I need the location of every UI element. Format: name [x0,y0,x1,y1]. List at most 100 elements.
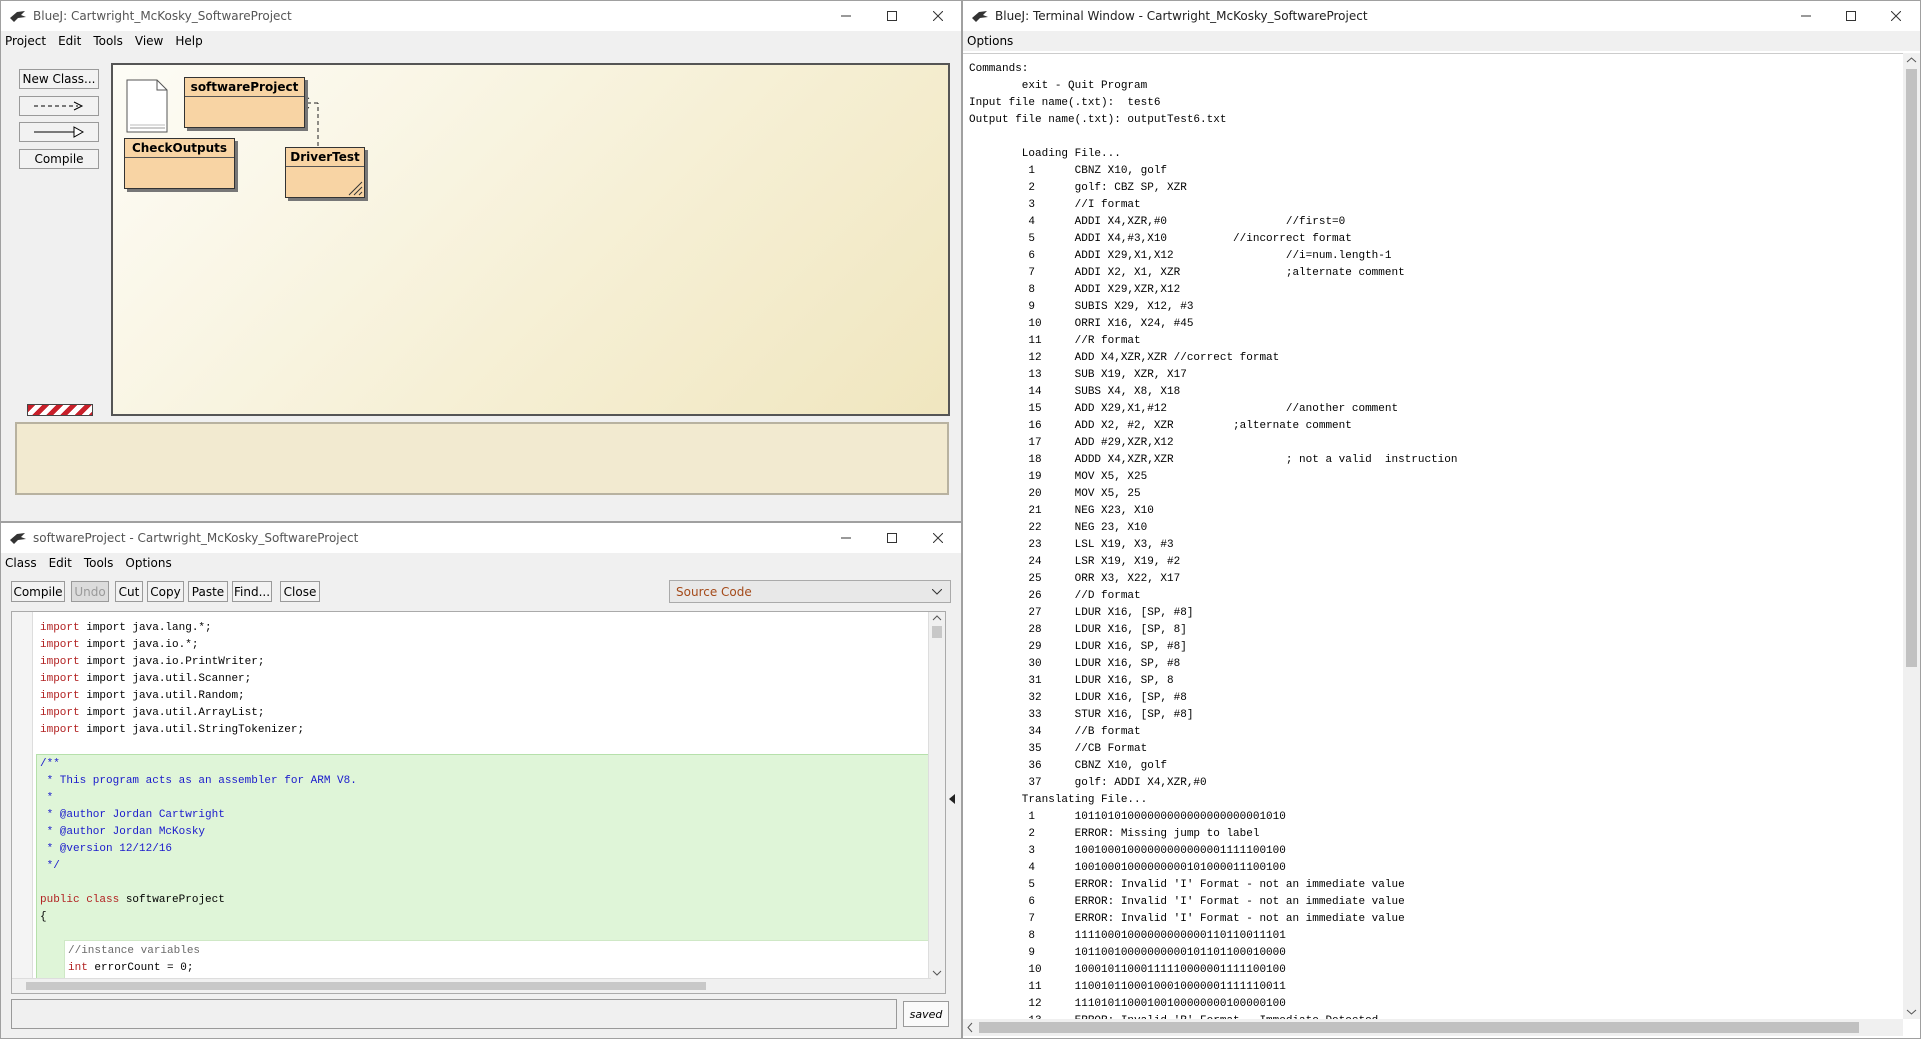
close-icon [933,533,943,543]
window-title: BlueJ: Cartwright_McKosky_SoftwareProjec… [33,9,292,23]
terminal-window-titlebar[interactable]: BlueJ: Terminal Window - Cartwright_McKo… [963,1,1920,31]
terminal-line: Translating File... [969,794,1148,806]
find-button[interactable]: Find... [232,581,272,602]
class-DriverTest[interactable]: DriverTest [285,147,365,198]
code-text: errorCount = 0; [94,962,194,974]
menu-tools[interactable]: Tools [93,34,123,48]
minimize-button[interactable] [823,1,869,31]
terminal-line: 26 //D format [969,590,1141,602]
chevron-down-icon [932,589,942,595]
menu-class[interactable]: Class [5,556,37,570]
project-window: BlueJ: Cartwright_McKosky_SoftwareProjec… [0,0,962,522]
maximize-button[interactable] [1828,1,1874,31]
terminal-line: 24 LSR X19, X19, #2 [969,556,1181,568]
editor-vertical-scrollbar[interactable] [928,612,945,993]
class-CheckOutputs[interactable]: CheckOutputs [124,138,235,189]
editor-menubar: Class Edit Tools Options [1,553,961,573]
menu-project[interactable]: Project [5,34,46,48]
test-class-marker-icon [348,181,363,196]
terminal-line: 5 ERROR: Invalid 'I' Format - not an imm… [969,879,1405,891]
imports-block: import import java.lang.*; import import… [40,620,304,739]
collapse-arrow-icon[interactable] [946,793,958,805]
code-editor[interactable]: import import java.lang.*; import import… [11,611,946,994]
close-button[interactable] [915,1,961,31]
inherits-arrow-button[interactable] [19,122,99,142]
compile-button[interactable]: Compile [11,581,65,602]
scroll-left-icon [967,1022,973,1033]
object-bench[interactable] [15,422,949,495]
code-line: * [40,792,54,804]
code-text: softwareProject [125,894,225,906]
minimize-icon [841,537,851,539]
terminal-line: 32 LDUR X16, [SP, #8 [969,692,1187,704]
view-select[interactable]: Source Code [669,580,951,603]
scroll-up-icon [932,615,942,621]
cut-button[interactable]: Cut [115,581,143,602]
class-name: CheckOutputs [125,139,234,158]
close-editor-button[interactable]: Close [280,581,320,602]
close-icon [1891,11,1901,21]
terminal-line: 33 STUR X16, [SP, #8] [969,709,1194,721]
editor-horizontal-scrollbar[interactable] [12,978,931,993]
menu-edit[interactable]: Edit [58,34,81,48]
code-line: /** [40,758,60,770]
maximize-icon [1846,11,1856,21]
terminal-hscroll-thumb[interactable] [979,1022,1859,1033]
terminal-line: 3 //I format [969,199,1141,211]
terminal-line: 21 NEG X23, X10 [969,505,1154,517]
code-text: import java.util.Scanner; [86,673,252,685]
uses-arrow-button[interactable] [19,96,99,116]
class-diagram-canvas[interactable]: softwareProject CheckOutputs DriverTest [111,63,950,416]
terminal-line: 11 11001011000100010000001111110011 [969,981,1286,993]
editor-window-titlebar[interactable]: softwareProject - Cartwright_McKosky_Sof… [1,523,961,553]
bluej-bird-icon [972,11,988,22]
editor-vscroll-thumb[interactable] [932,626,942,638]
minimize-button[interactable] [1783,1,1829,31]
project-window-titlebar[interactable]: BlueJ: Cartwright_McKosky_SoftwareProjec… [1,1,961,31]
editor-hscroll-thumb[interactable] [26,982,706,990]
code-line: int errorCount = 0; [68,962,194,974]
terminal-line: 5 ADDI X4,#3,X10 //incorrect format [969,233,1352,245]
maximize-button[interactable] [869,1,915,31]
code-line: import import java.util.ArrayList; [40,707,265,719]
terminal-window: BlueJ: Terminal Window - Cartwright_McKo… [962,0,1921,1039]
readme-file-icon[interactable] [125,78,169,134]
terminal-horizontal-scrollbar[interactable] [963,1019,1903,1036]
menu-tools[interactable]: Tools [84,556,114,570]
terminal-line: 9 SUBIS X29, X12, #3 [969,301,1194,313]
code-line: //instance variables [68,945,201,957]
new-class-button[interactable]: New Class... [19,69,99,89]
terminal-line: 3 10010001000000000000001111100100 [969,845,1286,857]
class-body: /** * This program acts as an assembler … [40,756,357,977]
code-text: import java.io.*; [86,639,199,651]
compile-button[interactable]: Compile [19,149,99,169]
window-title: BlueJ: Terminal Window - Cartwright_McKo… [995,9,1368,23]
minimize-button[interactable] [823,523,869,553]
menu-edit[interactable]: Edit [49,556,72,570]
terminal-line: 17 ADD #29,XZR,X12 [969,437,1174,449]
code-text: import java.lang.*; [86,622,212,634]
menu-options[interactable]: Options [125,556,171,570]
terminal-vertical-scrollbar[interactable] [1903,53,1920,1019]
code-line: * @author Jordan McKosky [40,826,206,838]
close-button[interactable] [915,523,961,553]
menu-options[interactable]: Options [967,34,1013,48]
terminal-line: 18 ADDD X4,XZR,XZR ; not a valid instruc… [969,454,1458,466]
terminal-output[interactable]: Commands: exit - Quit Program Input file … [963,53,1903,1019]
undo-button[interactable]: Undo [71,581,109,602]
menu-help[interactable]: Help [175,34,202,48]
terminal-line: 13 SUB X19, XZR, X17 [969,369,1187,381]
close-icon [933,11,943,21]
maximize-button[interactable] [869,523,915,553]
menu-view[interactable]: View [135,34,163,48]
close-button[interactable] [1873,1,1919,31]
terminal-line: 12 ADD X4,XZR,XZR //correct format [969,352,1280,364]
terminal-line: 14 SUBS X4, X8, X18 [969,386,1181,398]
terminal-vscroll-thumb[interactable] [1906,69,1917,667]
terminal-line: 27 LDUR X16, [SP, #8] [969,607,1194,619]
copy-button[interactable]: Copy [147,581,184,602]
paste-button[interactable]: Paste [188,581,228,602]
class-softwareProject[interactable]: softwareProject [184,77,305,128]
